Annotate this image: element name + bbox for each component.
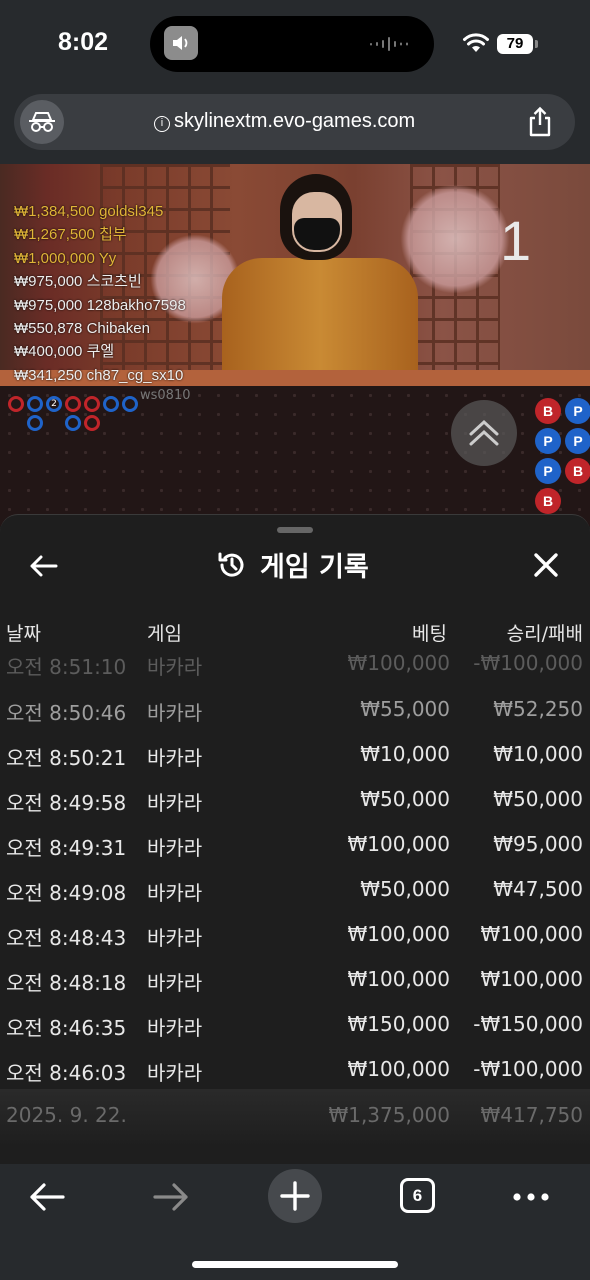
road-marker-player: 2	[46, 396, 62, 412]
column-header-bet: 베팅	[412, 623, 447, 645]
table-row[interactable]: 오전 8:50:46 바카라 ₩55,000 ₩52,250	[0, 687, 590, 732]
road-marker-banker	[8, 396, 24, 412]
more-icon[interactable]	[512, 1192, 550, 1202]
game-history-sheet: 게임 기록 날짜 게임 베팅 승리/패배 오전 8:51:10 바카라 ₩100,0…	[0, 514, 590, 1164]
url-display[interactable]: i skylinextm.evo-games.com	[154, 110, 415, 133]
bead-player: P	[565, 428, 590, 454]
url-label: skylinextm.evo-games.com	[174, 110, 416, 132]
winner-row: ₩400,000 쿠엘	[14, 343, 115, 361]
day-summary-row[interactable]: 2025. 9. 22. ₩1,375,000 ₩417,750	[0, 1089, 590, 1147]
road-marker-player	[27, 396, 43, 412]
road-marker-player	[27, 415, 43, 431]
dynamic-island	[150, 16, 434, 72]
wifi-icon	[463, 33, 489, 52]
battery-icon	[535, 40, 538, 48]
share-icon[interactable]	[524, 106, 556, 138]
address-bar[interactable]: i skylinextm.evo-games.com	[14, 94, 575, 150]
browser-toolbar: 6	[0, 1164, 590, 1280]
battery-level: 79	[497, 34, 533, 54]
tabs-button[interactable]: 6	[400, 1178, 435, 1213]
table-row[interactable]: 오전 8:46:35 바카라 ₩150,000 -₩150,000	[0, 1002, 590, 1047]
bead-player: P	[535, 458, 561, 484]
winners-list: ₩1,384,500 goldsl345 ₩1,267,500 칩부 ₩1,00…	[14, 200, 186, 387]
speaker-icon	[164, 26, 198, 60]
plus-icon	[280, 1181, 310, 1211]
winner-row: ₩1,000,000 Yy	[14, 249, 117, 267]
status-bar: 8:02 79	[0, 0, 590, 88]
summary-bet: ₩1,375,000	[328, 1103, 450, 1127]
audio-wave-icon	[370, 37, 408, 51]
chevron-up-icon	[469, 419, 499, 446]
clock: 8:02	[58, 28, 109, 56]
overlay-username: ws0810	[140, 388, 191, 403]
blossom-painting	[400, 184, 510, 294]
road-marker-player	[122, 396, 138, 412]
new-tab-button[interactable]	[268, 1169, 322, 1223]
bead-player: P	[535, 428, 561, 454]
road-marker-banker	[65, 396, 81, 412]
winner-row: ₩1,267,500 칩부	[14, 226, 127, 244]
winner-row: ₩975,000 128bakho7598	[14, 296, 186, 314]
back-arrow-icon[interactable]	[26, 549, 60, 583]
bead-banker: B	[535, 398, 561, 424]
table-row[interactable]: 오전 8:51:10 바카라 ₩100,000 -₩100,000	[0, 651, 590, 687]
history-table: 오전 8:51:10 바카라 ₩100,000 -₩100,000 오전 8:50:4…	[0, 651, 590, 1092]
road-marker-banker	[84, 415, 100, 431]
winner-row: ₩975,000 스코츠빈	[14, 273, 142, 291]
private-browsing-icon[interactable]	[20, 100, 64, 144]
table-row[interactable]: 오전 8:50:21 바카라 ₩10,000 ₩10,000	[0, 732, 590, 777]
winner-row: ₩1,384,500 goldsl345	[14, 203, 164, 220]
winner-row: ₩341,250 ch87_cg_sx10	[14, 366, 184, 384]
table-row[interactable]: 오전 8:49:08 바카라 ₩50,000 ₩47,500	[0, 867, 590, 912]
table-row[interactable]: 오전 8:49:31 바카라 ₩100,000 ₩95,000	[0, 822, 590, 867]
history-icon	[218, 552, 244, 577]
bead-banker: B	[565, 458, 590, 484]
table-row[interactable]: 오전 8:48:18 바카라 ₩100,000 ₩100,000	[0, 957, 590, 1002]
road-marker-banker	[84, 396, 100, 412]
table-row[interactable]: 오전 8:48:43 바카라 ₩100,000 ₩100,000	[0, 912, 590, 957]
column-header-game: 게임	[147, 623, 182, 645]
bead-banker: B	[535, 488, 561, 514]
site-info-icon[interactable]: i	[154, 116, 170, 132]
browser-address-area: i skylinextm.evo-games.com	[0, 88, 590, 164]
round-number: 1	[500, 209, 532, 272]
sheet-title: 게임 기록	[216, 545, 369, 584]
column-header-date: 날짜	[6, 623, 41, 645]
road-marker-player	[103, 396, 119, 412]
close-icon[interactable]	[530, 549, 562, 581]
home-indicator[interactable]	[192, 1261, 398, 1268]
summary-date: 2025. 9. 22.	[6, 1103, 127, 1127]
forward-icon[interactable]	[152, 1180, 190, 1214]
back-icon[interactable]	[28, 1180, 66, 1214]
road-marker-player	[65, 415, 81, 431]
sheet-title-text: 게임 기록	[260, 552, 369, 583]
summary-result: ₩417,750	[480, 1103, 583, 1127]
winner-row: ₩550,878 Chibaken	[14, 320, 150, 338]
table-row[interactable]: 오전 8:49:58 바카라 ₩50,000 ₩50,000	[0, 777, 590, 822]
sheet-grabber[interactable]	[277, 527, 313, 533]
column-header-result: 승리/패배	[506, 623, 583, 645]
dealer-body	[222, 258, 418, 386]
bead-player: P	[565, 398, 590, 424]
table-row[interactable]: 오전 8:46:03 바카라 ₩100,000 -₩100,000	[0, 1047, 590, 1092]
scroll-up-button[interactable]	[451, 400, 517, 466]
